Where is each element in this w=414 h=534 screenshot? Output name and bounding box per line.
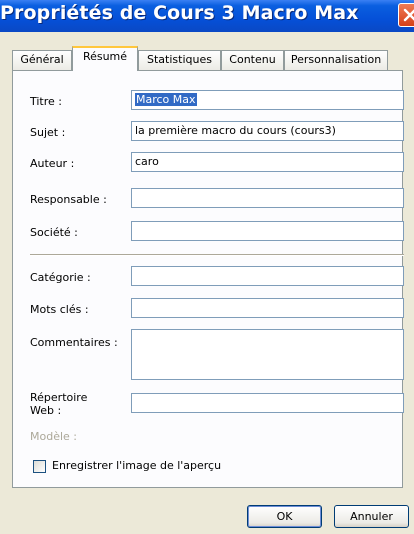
titre-value: Marco Max	[135, 93, 197, 106]
commentaires-label: Commentaires :	[30, 336, 118, 349]
auteur-label: Auteur :	[30, 157, 75, 170]
mots-cles-field[interactable]	[131, 298, 404, 318]
responsable-field[interactable]	[131, 188, 404, 208]
auteur-field[interactable]: caro	[131, 152, 404, 172]
tab-resume[interactable]: Résumé	[72, 46, 138, 71]
repertoire-web-label-line1: Répertoire	[30, 391, 88, 404]
repertoire-web-label-line2: Web :	[30, 404, 62, 417]
societe-field[interactable]	[131, 221, 404, 241]
close-icon	[403, 8, 414, 22]
auteur-value: caro	[135, 155, 159, 168]
ok-button[interactable]: OK	[247, 505, 322, 528]
separator	[30, 254, 404, 256]
window-title: Propriétés de Cours 3 Macro Max	[0, 2, 359, 24]
save-preview-label[interactable]: Enregistrer l'image de l'aperçu	[52, 459, 221, 472]
societe-label: Société :	[30, 226, 78, 239]
responsable-label: Responsable :	[30, 193, 107, 206]
tab-statistiques[interactable]: Statistiques	[138, 50, 221, 70]
sujet-field[interactable]: la première macro du cours (cours3)	[131, 121, 404, 141]
title-bar[interactable]: Propriétés de Cours 3 Macro Max	[0, 0, 414, 32]
tab-general[interactable]: Général	[12, 50, 72, 70]
properties-dialog: Propriétés de Cours 3 Macro Max Général …	[0, 0, 414, 534]
categorie-field[interactable]	[131, 266, 404, 286]
titre-field[interactable]: Marco Max	[131, 90, 404, 110]
modele-label: Modèle :	[30, 430, 77, 443]
repertoire-web-field[interactable]	[131, 393, 404, 413]
sujet-label: Sujet :	[30, 126, 66, 139]
categorie-label: Catégorie :	[30, 271, 91, 284]
save-preview-checkbox[interactable]	[33, 460, 46, 473]
close-button[interactable]	[398, 3, 414, 27]
tab-personnalisation[interactable]: Personnalisation	[284, 50, 388, 70]
commentaires-field[interactable]	[131, 329, 404, 380]
cancel-button[interactable]: Annuler	[334, 505, 409, 528]
mots-cles-label: Mots clés :	[30, 303, 89, 316]
tab-contenu[interactable]: Contenu	[221, 50, 284, 70]
sujet-value: la première macro du cours (cours3)	[135, 124, 336, 137]
titre-label: Titre :	[30, 95, 63, 108]
